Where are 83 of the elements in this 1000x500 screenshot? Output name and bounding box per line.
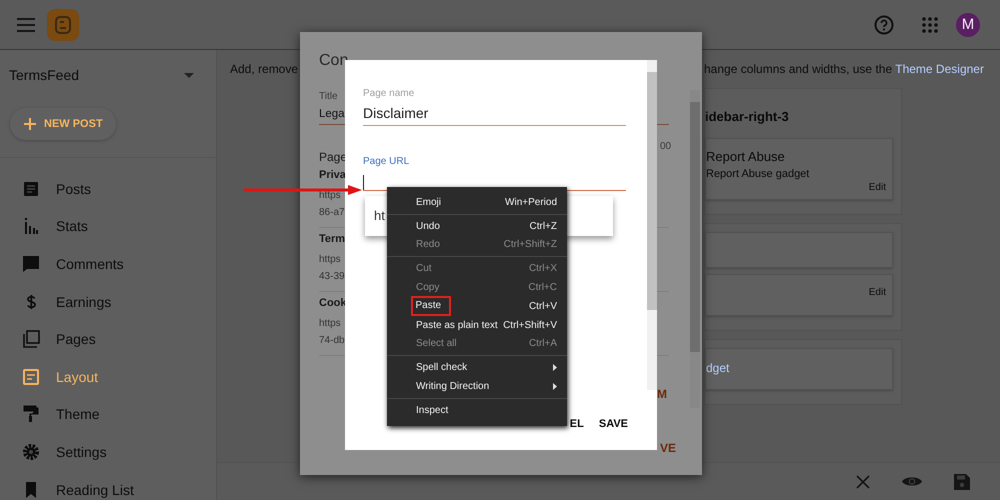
menu-item-label: Select all	[416, 338, 458, 350]
close-icon[interactable]	[856, 474, 870, 488]
menu-item[interactable]: Undo Ctrl+Z	[387, 216, 567, 236]
page-url: 86-a7	[319, 206, 345, 220]
menu-item[interactable]: Writing Direction	[387, 377, 567, 396]
page-name: Term	[319, 233, 346, 245]
menu-item-label: Cut	[416, 263, 433, 274]
shortcut-text: Ctrl+Shift+V	[503, 320, 557, 331]
shortcut-text: Ctrl+X	[528, 263, 557, 274]
page-url: 74-db	[319, 334, 345, 348]
menu-item-label: Redo	[416, 239, 441, 250]
theme-designer-link[interactable]: Theme Designer	[895, 62, 984, 76]
save-icon[interactable]	[954, 474, 970, 490]
sidebar-item[interactable]: Layout	[0, 358, 216, 396]
help-icon[interactable]	[874, 14, 894, 34]
menu-item[interactable]: Spell check	[387, 358, 567, 378]
menu-item-label: Copy	[416, 282, 440, 294]
page-url: https	[319, 189, 341, 203]
page-url: https	[319, 253, 341, 267]
shortcut-text: Ctrl+A	[528, 338, 557, 350]
intro-text: hange columns and widths, use the Theme Designer	[704, 62, 984, 78]
plus-icon	[24, 118, 36, 130]
save-button[interactable]: VE	[660, 441, 676, 455]
sidebar-item[interactable]: Posts	[0, 170, 216, 208]
sidebar-item[interactable]: Comments	[0, 245, 216, 283]
add-gadget-link[interactable]: dget	[706, 361, 730, 375]
character-counter: 00	[660, 141, 672, 152]
menu-item[interactable]: Paste as plain text Ctrl+Shift+V	[387, 316, 567, 335]
layout-icon	[22, 368, 40, 386]
scrollbar[interactable]	[647, 60, 657, 390]
field-label: Title	[319, 91, 338, 102]
menu-item-label: Paste	[410, 296, 452, 316]
shortcut-text: Ctrl+Z	[530, 220, 557, 232]
caret-icon	[184, 72, 194, 78]
new-post-button[interactable]: NEW POST	[10, 108, 116, 140]
sidebar-item[interactable]: Pages	[0, 320, 216, 358]
gadget-subtitle: Report Abuse gadget	[706, 168, 810, 180]
menu-item-label: Spell check	[416, 362, 468, 374]
menu-icon[interactable]	[17, 18, 35, 32]
save-button[interactable]: SAVE	[598, 418, 628, 430]
sidebar-item[interactable]: Stats	[0, 208, 216, 246]
shortcut-text: Ctrl+Shift+Z	[504, 239, 557, 250]
menu-item-label: Inspect	[416, 404, 450, 416]
theme-icon	[22, 405, 40, 424]
field-label: Page URL	[363, 156, 410, 167]
pages-icon	[22, 330, 40, 348]
menu-item-label: Paste as plain text	[416, 320, 499, 331]
comments-icon	[22, 254, 40, 273]
edit-link[interactable]: Edit	[868, 287, 886, 298]
sidebar-item[interactable]: Theme	[0, 396, 216, 434]
blog-logo-icon[interactable]	[47, 8, 79, 40]
page-name-field[interactable]: Disclaimer	[363, 99, 626, 126]
page-url: https	[319, 317, 341, 331]
menu-item[interactable]: Emoji Win+Period	[387, 193, 567, 212]
stats-icon	[22, 217, 40, 236]
page-url: 43-39	[319, 270, 345, 284]
eye-icon[interactable]	[902, 475, 922, 488]
scrollbar[interactable]	[690, 90, 700, 408]
menu-item-label: Writing Direction	[416, 381, 490, 392]
avatar[interactable]: M	[956, 12, 980, 36]
section-title: idebar-right-3	[705, 108, 790, 126]
menu-item-label: Undo	[416, 220, 441, 232]
remove-button[interactable]: M	[657, 387, 667, 401]
gadget-title: Report Abuse	[706, 149, 786, 164]
settings-icon	[22, 442, 40, 461]
page-name: Priva	[319, 169, 346, 181]
sidebar-item[interactable]: Reading List	[0, 470, 216, 500]
menu-item[interactable]: Paste Ctrl+V	[387, 296, 567, 316]
field-label: Page name	[363, 88, 416, 99]
shortcut-text: Win+Period	[505, 196, 557, 208]
apps-grid-icon[interactable]	[922, 16, 938, 32]
menu-item[interactable]: Inspect	[387, 400, 567, 420]
menu-item-label: Emoji	[416, 196, 442, 208]
edit-link[interactable]: Edit	[868, 182, 886, 193]
blog-selector[interactable]: TermsFeed	[0, 50, 216, 83]
shortcut-text: Ctrl+V	[528, 300, 557, 312]
cancel-button[interactable]: EL	[570, 418, 584, 430]
posts-icon	[22, 180, 40, 198]
shortcut-text: Ctrl+C	[528, 282, 557, 294]
sidebar-item[interactable]: Settings	[0, 433, 216, 471]
intro-text: Add, remove	[230, 62, 300, 78]
sidebar-item[interactable]: Earnings	[0, 282, 216, 320]
page-name: Cook	[319, 297, 346, 309]
